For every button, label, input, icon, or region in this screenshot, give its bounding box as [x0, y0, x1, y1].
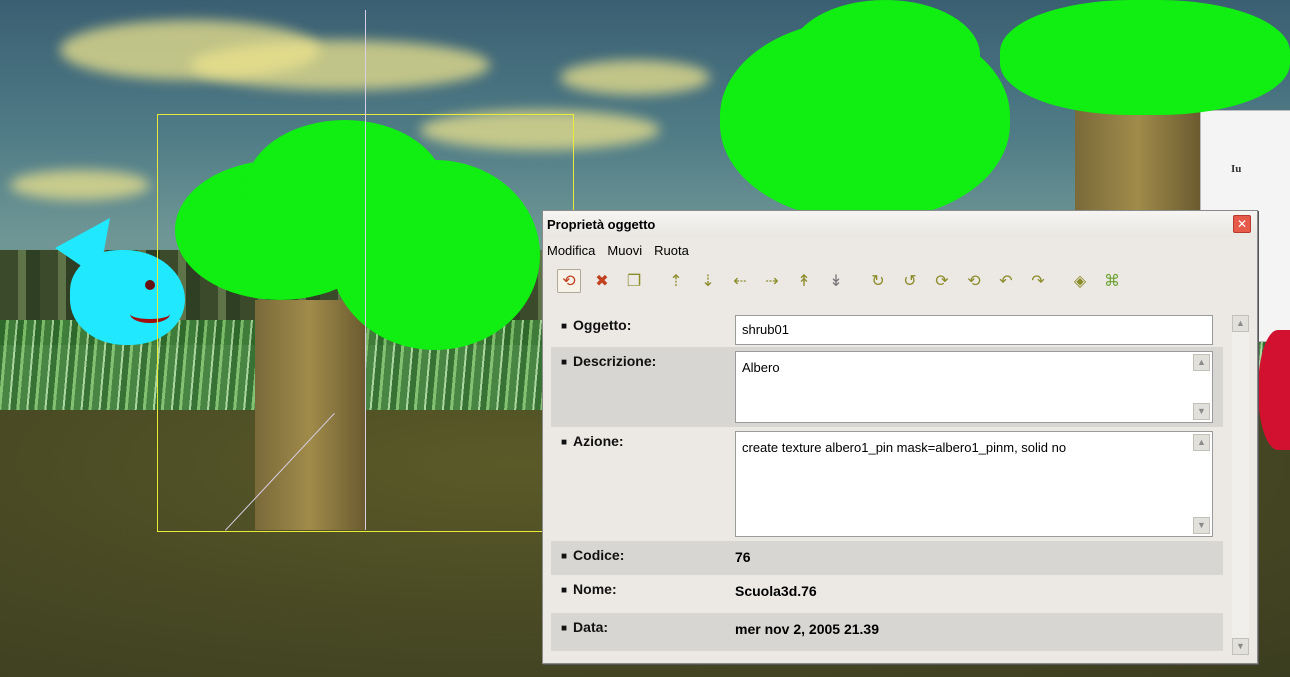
label-azione: Azione: — [573, 433, 624, 449]
rotate-z-icon[interactable]: ⟳ — [931, 270, 953, 292]
codice-value: 76 — [735, 549, 751, 565]
label-data: Data: — [573, 619, 609, 635]
label-descrizione: Descrizione: — [573, 353, 657, 369]
mushroom — [1258, 330, 1290, 450]
duplicate-icon[interactable]: ❐ — [623, 270, 645, 292]
menu-modifica[interactable]: Modifica — [547, 243, 595, 258]
descrizione-scrollbar[interactable]: ▲ ▼ — [1193, 354, 1210, 420]
rotate-x-icon[interactable]: ↻ — [867, 270, 889, 292]
scroll-up-icon[interactable]: ▲ — [1193, 354, 1210, 371]
cloud — [560, 60, 710, 95]
snap-icon[interactable]: ◈ — [1069, 270, 1091, 292]
rotate-y-neg-icon[interactable]: ↶ — [995, 270, 1017, 292]
property-row: ■ Data: mer nov 2, 2005 21.39 — [551, 613, 1223, 651]
rotate-icon[interactable]: ⟲ — [557, 269, 581, 293]
label-codice: Codice: — [573, 547, 625, 563]
scroll-down-icon[interactable]: ▼ — [1193, 517, 1210, 534]
delete-icon[interactable]: ✖ — [591, 270, 613, 292]
move-down-icon[interactable]: ⇣ — [697, 270, 719, 292]
property-row: ■ Descrizione: Albero ▲ ▼ — [551, 347, 1223, 427]
move-forward-icon[interactable]: ↟ — [793, 270, 815, 292]
move-right-icon[interactable]: ⇢ — [761, 270, 783, 292]
menubar: Modifica Muovi Ruota — [543, 237, 1257, 263]
tree-foliage — [1000, 0, 1290, 115]
menu-ruota[interactable]: Ruota — [654, 243, 689, 258]
rotate-z-neg-icon[interactable]: ↷ — [1027, 270, 1049, 292]
move-up-icon[interactable]: ⇡ — [665, 270, 687, 292]
properties-scrollbar[interactable]: ▲ ▼ — [1232, 315, 1249, 655]
signboard-text: Iu — [1231, 163, 1242, 175]
move-back-icon[interactable]: ↡ — [825, 270, 847, 292]
azione-text: create texture albero1_pin mask=albero1_… — [742, 440, 1067, 455]
rotate-y-icon[interactable]: ↺ — [899, 270, 921, 292]
axis-line — [365, 10, 366, 530]
fish-eye — [145, 280, 155, 290]
oggetto-field[interactable]: shrub01 — [735, 315, 1213, 345]
cloud — [10, 170, 150, 200]
descrizione-field[interactable]: Albero ▲ ▼ — [735, 351, 1213, 423]
property-row: ■ Azione: create texture albero1_pin mask… — [551, 427, 1223, 541]
dialog-title: Proprietà oggetto — [547, 216, 656, 232]
label-oggetto: Oggetto: — [573, 317, 632, 333]
data-value: mer nov 2, 2005 21.39 — [735, 621, 879, 637]
scroll-down-icon[interactable]: ▼ — [1193, 403, 1210, 420]
azione-field[interactable]: create texture albero1_pin mask=albero1_… — [735, 431, 1213, 537]
properties-panel: ■ Oggetto: shrub01 ■ Descrizione: Albero ▲… — [551, 311, 1223, 651]
scroll-up-icon[interactable]: ▲ — [1232, 315, 1249, 332]
property-row: ■ Oggetto: shrub01 — [551, 311, 1223, 347]
grid-icon[interactable]: ⌘ — [1101, 270, 1123, 292]
toolbar: ⟲ ✖ ❐ ⇡ ⇣ ⇠ ⇢ ↟ ↡ ↻ ↺ ⟳ ⟲ ↶ ↷ ◈ ⌘ — [543, 263, 1257, 299]
property-row: ■ Nome: Scuola3d.76 — [551, 575, 1223, 613]
descrizione-text: Albero — [742, 360, 780, 375]
scroll-down-icon[interactable]: ▼ — [1232, 638, 1249, 655]
move-left-icon[interactable]: ⇠ — [729, 270, 751, 292]
scroll-up-icon[interactable]: ▲ — [1193, 434, 1210, 451]
properties-dialog[interactable]: Proprietà oggetto ✕ Modifica Muovi Ruota… — [542, 210, 1258, 664]
label-nome: Nome: — [573, 581, 617, 597]
cloud — [190, 40, 490, 90]
rotate-x-neg-icon[interactable]: ⟲ — [963, 270, 985, 292]
close-icon[interactable]: ✕ — [1233, 215, 1251, 233]
azione-scrollbar[interactable]: ▲ ▼ — [1193, 434, 1210, 534]
menu-muovi[interactable]: Muovi — [607, 243, 642, 258]
dialog-titlebar[interactable]: Proprietà oggetto ✕ — [543, 211, 1257, 237]
tree-foliage — [790, 0, 980, 110]
property-row: ■ Codice: 76 — [551, 541, 1223, 575]
nome-value: Scuola3d.76 — [735, 583, 817, 599]
